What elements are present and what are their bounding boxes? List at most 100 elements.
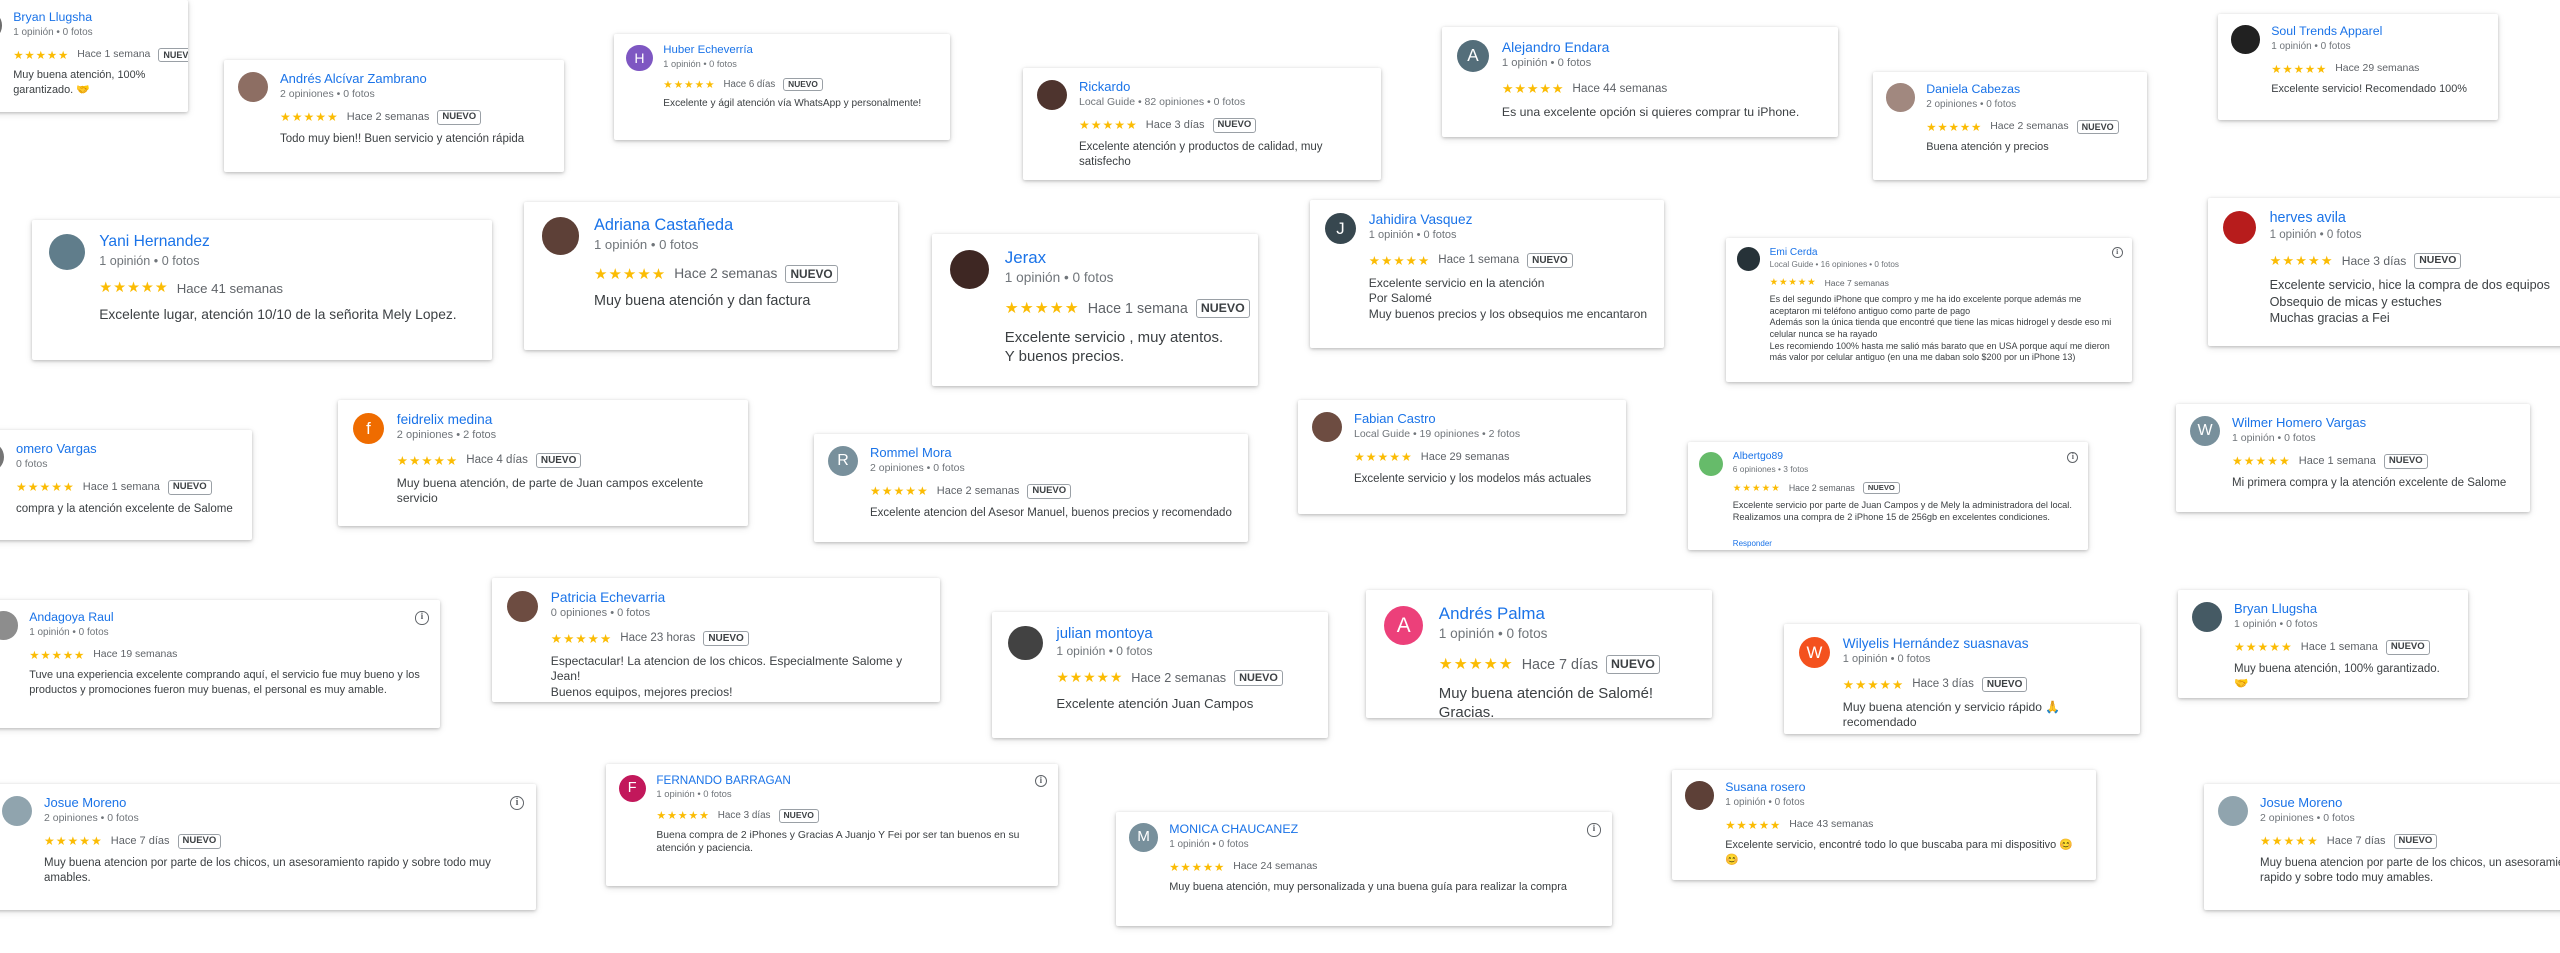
reviewer-name[interactable]: Andrés Alcívar Zambrano [280,71,427,86]
reviewer-name[interactable]: Bryan Llugsha [13,10,92,24]
new-badge: NUEVO [1527,252,1573,268]
avatar[interactable] [1685,781,1714,810]
avatar[interactable]: A [1456,39,1490,72]
new-badge: NUEVO [1195,299,1250,318]
avatar[interactable] [1008,625,1043,661]
review-text: Excelente servicio! Recomendado 100% [2271,83,2468,96]
reviewer-name[interactable]: Bryan Llugsha [2234,601,2317,616]
avatar[interactable]: M [1129,823,1158,852]
reviewer-stats: Local Guide • 82 opiniones • 0 fotos [1079,96,1246,108]
reviewer-name[interactable]: MONICA CHAUCANEZ [1169,822,1298,836]
avatar[interactable] [2231,25,2260,54]
avatar[interactable] [2218,796,2248,826]
avatar[interactable] [1736,247,1761,271]
avatar[interactable] [2,796,32,826]
avatar[interactable] [48,234,85,271]
avatar[interactable]: R [828,446,858,476]
reviewer-name[interactable]: Soul Trends Apparel [2271,24,2382,38]
reviewer-name[interactable]: Josue Moreno [2260,795,2342,810]
new-badge: NUEVO [1234,669,1283,687]
avatar[interactable] [0,442,4,472]
reviewer-name[interactable]: Patricia Echevarria [551,590,665,605]
avatar[interactable]: A [1384,605,1424,645]
new-badge: NUEVO [2385,640,2430,655]
star-rating: ★★★★★ [1354,450,1413,464]
review-text: Muy buena atención y dan factura [594,293,811,309]
reviewer-name[interactable]: Jahidira Vasquez [1369,212,1473,227]
reviewer-name[interactable]: Albertgo89 [1733,451,1783,462]
review-age: Hace 2 semanas [346,111,430,124]
rating-row: ★★★★★ Hace 3 días NUEVO [1079,118,1257,133]
reviewer-name[interactable]: Jerax [1005,248,1046,268]
rating-row: ★★★★★ Hace 3 días NUEVO [1842,676,2028,692]
reviewer-stats: 0 opiniones • 0 fotos [550,607,651,620]
avatar[interactable] [2223,211,2257,245]
reviewer-name[interactable]: Andrés Palma [1439,604,1545,624]
reviewer-name[interactable]: Huber Echeverría [663,44,753,56]
info-icon[interactable]: i [510,796,524,810]
avatar[interactable] [950,249,990,289]
avatar[interactable]: F [618,774,646,802]
reviewer-name[interactable]: Rommel Mora [870,445,952,460]
review-age: Hace 29 semanas [1420,451,1510,463]
review-card: A Alejandro Endara 1 opinión • 0 fotos ★★★★… [1442,27,1838,137]
info-icon[interactable]: i [1587,823,1601,837]
avatar[interactable] [0,611,18,640]
reviewer-name[interactable]: Josue Moreno [44,795,126,810]
avatar[interactable]: J [1324,212,1357,245]
reviewer-name[interactable]: Fabian Castro [1354,411,1436,426]
info-icon[interactable]: i [2111,247,2123,259]
reviewer-name[interactable]: Daniela Cabezas [1926,82,2020,96]
avatar[interactable] [0,11,2,40]
star-rating: ★★★★★ [1725,819,1782,832]
review-text: Mi primera compra y la atención excelent… [2232,477,2507,489]
new-badge: NUEVO [703,630,749,646]
reviewer-name[interactable]: Wilyelis Hernández suasnavas [1843,636,2029,651]
avatar[interactable] [1886,83,1915,112]
reviewer-name[interactable]: Susana rosero [1725,780,1805,794]
reviewer-name[interactable]: Rickardo [1079,79,1130,94]
avatar[interactable]: f [352,412,385,445]
new-badge: NUEVO [778,809,819,823]
avatar[interactable] [1312,412,1342,442]
review-text: Muy buena atencion por parte de los chic… [44,857,491,884]
avatar[interactable] [238,72,268,102]
reviewer-name[interactable]: Adriana Castañeda [594,216,733,235]
review-text: Excelente servicio por parte de Juan Cam… [1732,499,2072,522]
review-card: herves avila 1 opinión • 0 fotos ★★★★★ Hace… [2208,198,2560,346]
reviewer-name[interactable]: herves avila [2270,210,2346,226]
review-card: Patricia Echevarria 0 opiniones • 0 fotos… [492,578,940,702]
reviewer-name[interactable]: feidrelix medina [397,412,493,427]
review-age: Hace 44 semanas [1572,82,1668,95]
review-card: Andagoya Raul 1 opinión • 0 fotos ★★★★★ Hac… [0,600,440,728]
reviewer-name[interactable]: Andagoya Raul [29,610,113,624]
avatar[interactable] [506,590,539,623]
reviewer-name[interactable]: FERNANDO BARRAGAN [656,774,790,787]
info-icon[interactable]: i [415,611,429,625]
reviewer-name[interactable]: Emi Cerda [1770,247,1818,258]
reviewer-stats: 2 opiniones • 0 fotos [44,812,139,824]
star-rating: ★★★★★ [1842,677,1905,692]
reviewer-name[interactable]: Wilmer Homero Vargas [2232,415,2366,430]
reply-link[interactable]: Responder [1733,539,1772,548]
review-age: Hace 7 semanas [1824,277,1889,288]
review-card: julian montoya 1 opinión • 0 fotos ★★★★★ Ha… [992,612,1328,738]
avatar[interactable] [2192,602,2222,632]
reviewer-name[interactable]: Alejandro Endara [1502,39,1609,55]
rating-row: ★★★★★ Hace 2 semanas NUEVO [1926,119,2119,134]
avatar[interactable] [1037,80,1067,110]
star-rating: ★★★★★ [663,78,716,91]
reviewer-name[interactable]: julian montoya [1056,625,1152,642]
avatar[interactable]: W [1798,636,1831,669]
avatar[interactable]: W [2190,416,2220,446]
avatar[interactable]: H [626,44,653,71]
info-icon[interactable]: i [1034,774,1048,788]
new-badge: NUEVO [437,110,482,125]
reviewer-stats: 1 opinión • 0 fotos [1501,56,1592,69]
avatar[interactable] [1699,451,1724,476]
new-badge: NUEVO [785,264,838,283]
info-icon[interactable]: i [2067,451,2079,463]
reviewer-name[interactable]: Yani Hernandez [99,233,210,251]
reviewer-name[interactable]: omero Vargas [16,441,97,456]
avatar[interactable] [541,217,579,255]
